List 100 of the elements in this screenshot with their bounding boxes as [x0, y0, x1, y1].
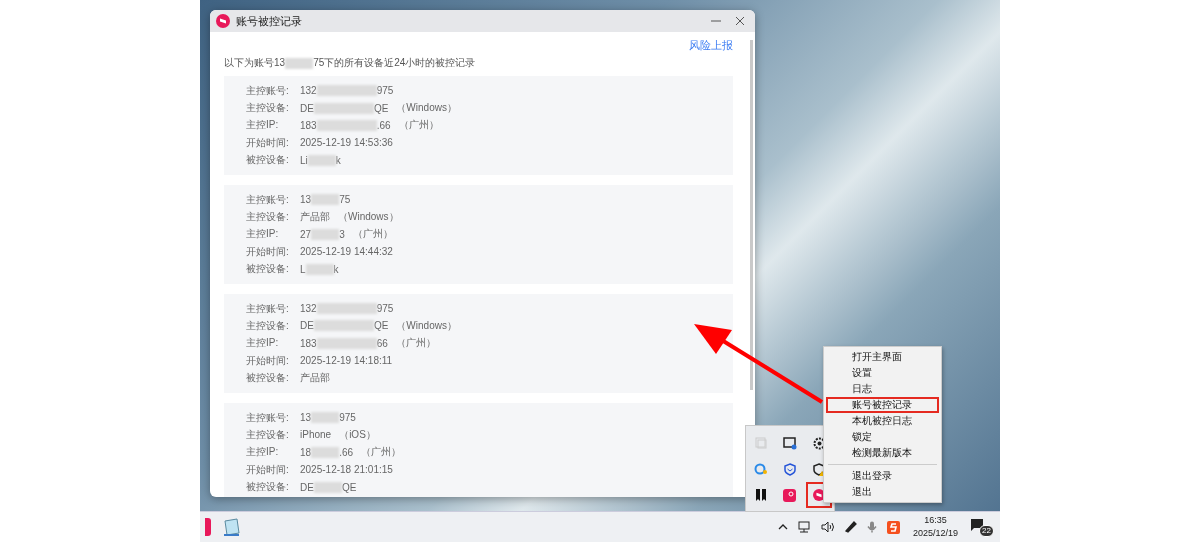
field-value: iPhone: [300, 429, 332, 441]
speaker-icon: [820, 521, 835, 533]
field-value: DE: [300, 102, 314, 114]
field-value: 3: [339, 228, 345, 240]
field-note: （Windows）: [396, 319, 457, 333]
field-value: 975: [339, 412, 356, 424]
clock-date: 2025/12/19: [912, 527, 958, 540]
field-value: 2025-12-19 14:53:36: [300, 137, 393, 149]
field-value: Li: [300, 154, 308, 166]
field-label: 开始时间:: [246, 135, 290, 150]
field-value: 132: [300, 303, 317, 315]
field-value: 75: [339, 194, 351, 206]
field-note: （iOS）: [339, 427, 376, 442]
notification-button[interactable]: 22: [970, 517, 994, 537]
redaction-blur: [311, 412, 340, 424]
field-note: （广州）: [361, 445, 402, 460]
bookmark-icon: [755, 489, 766, 501]
field-note: （广州）: [398, 118, 439, 133]
window-title: 账号被控记录: [236, 13, 303, 29]
redaction-blur: [307, 154, 336, 166]
field-value: QE: [341, 481, 357, 493]
field-note: （Windows）: [396, 101, 457, 116]
field-value: 2025-12-19 14:44:32: [300, 246, 393, 258]
field-value: DE: [300, 481, 314, 493]
field-label: 主控账号:: [246, 410, 290, 425]
field-value: 66: [376, 337, 388, 349]
field-value: 975: [376, 303, 394, 315]
field-value: 13: [300, 412, 312, 424]
cloud-icon: [753, 463, 768, 475]
field-value: DE: [300, 320, 314, 332]
menu-item[interactable]: 退出: [826, 484, 939, 500]
caret-up-icon: [777, 524, 788, 530]
redaction-blur: [316, 337, 377, 349]
shield-icon: [784, 462, 796, 476]
app-logo-icon: [216, 14, 230, 28]
field-label: 开始时间:: [246, 244, 290, 259]
minimize-icon: [711, 20, 721, 22]
field-label: 主控设备:: [246, 319, 290, 333]
microphone-icon: [866, 521, 877, 533]
field-label: 主控设备:: [246, 210, 290, 225]
field-value: k: [333, 263, 339, 275]
notification-icon: [970, 518, 984, 531]
risk-report-link[interactable]: 风险上报: [689, 38, 733, 53]
windows-icon: [754, 437, 767, 449]
field-value: .66: [376, 119, 391, 131]
field-label: 主控设备:: [246, 101, 290, 116]
redaction-blur: [316, 85, 377, 97]
field-value: 13: [300, 194, 312, 206]
field-value: 18: [300, 446, 312, 458]
menu-item[interactable]: 检测最新版本: [826, 445, 939, 461]
field-value: k: [335, 154, 341, 166]
field-value: 2025-12-19 14:18:11: [300, 355, 393, 367]
menu-item[interactable]: 设置: [826, 365, 939, 381]
redaction-blur: [316, 119, 377, 131]
notification-count: 22: [979, 525, 994, 537]
field-value: 975: [376, 85, 394, 97]
scrollbar-thumb[interactable]: [750, 40, 753, 390]
field-label: 开始时间:: [246, 353, 290, 368]
menu-item[interactable]: 退出登录: [826, 468, 939, 484]
field-label: 开始时间:: [246, 462, 290, 477]
menu-item[interactable]: 账号被控记录: [826, 397, 939, 413]
field-value: 183: [300, 119, 317, 131]
menu-item[interactable]: 打开主界面: [826, 349, 939, 365]
redaction-blur: [316, 303, 377, 315]
intro-text: 75下的所有设备近24小时的被控记录: [313, 56, 476, 70]
monitor-icon: [783, 436, 797, 450]
field-label: 主控IP:: [246, 336, 280, 351]
close-icon: [735, 16, 745, 26]
field-value: L: [300, 263, 306, 275]
clock-time: 16:35: [924, 514, 947, 527]
field-label: 主控IP:: [246, 227, 280, 242]
field-label: 主控账号:: [246, 83, 290, 98]
gear-icon: [812, 436, 826, 450]
taskbar-clock[interactable]: 16:35 2025/12/19: [904, 514, 966, 540]
menu-item[interactable]: 日志: [826, 381, 939, 397]
field-label: 被控设备:: [246, 480, 290, 495]
menu-item[interactable]: 本机被控日志: [826, 413, 939, 429]
menu-item[interactable]: 锁定: [826, 429, 939, 445]
intro-text: 以下为账号13: [224, 56, 286, 70]
field-value: 27: [300, 228, 312, 240]
field-note: （广州）: [395, 336, 436, 351]
field-label: 主控设备:: [246, 427, 290, 442]
field-value: 183: [300, 337, 317, 349]
redaction-blur: [313, 320, 374, 332]
redaction-blur: [311, 194, 340, 206]
field-value: 132: [300, 85, 317, 97]
field-label: 主控IP:: [246, 118, 280, 133]
redaction-blur: [305, 263, 334, 275]
field-label: 主控账号:: [246, 301, 290, 316]
pen-icon: [844, 521, 857, 533]
field-note: （Windows）: [338, 210, 399, 225]
redaction-blur: [311, 446, 340, 458]
field-value: .66: [339, 446, 354, 458]
field-label: 主控账号:: [246, 192, 290, 207]
field-label: 被控设备:: [246, 371, 290, 386]
field-label: 主控IP:: [246, 445, 280, 460]
field-value: QE: [373, 320, 389, 332]
notepad-icon: [221, 518, 241, 536]
redaction-blur: [313, 102, 374, 114]
field-value: QE: [373, 102, 389, 114]
